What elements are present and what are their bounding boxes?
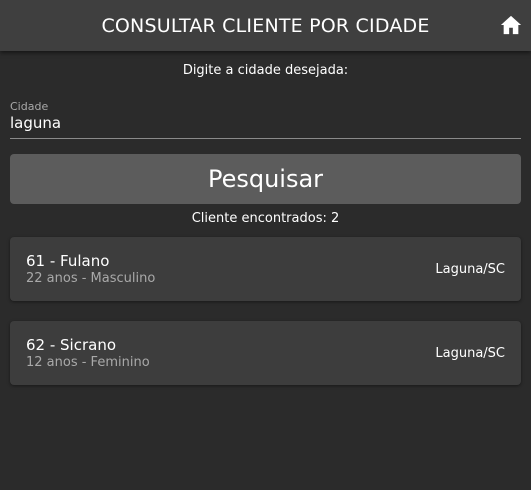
client-card[interactable]: 62 - Sicrano 12 anos - Feminino Laguna/S… bbox=[10, 321, 521, 385]
home-icon[interactable] bbox=[500, 14, 522, 36]
client-details: 12 anos - Feminino bbox=[26, 355, 150, 370]
client-city: Laguna/SC bbox=[435, 261, 505, 277]
results-count: Cliente encontrados: 2 bbox=[191, 211, 340, 226]
app-header: CONSULTAR CLIENTE POR CIDADE bbox=[0, 0, 531, 51]
client-info: 61 - Fulano 22 anos - Masculino bbox=[26, 252, 155, 286]
main-content: Digite a cidade desejada: Cidade Pesquis… bbox=[0, 63, 531, 385]
client-info: 62 - Sicrano 12 anos - Feminino bbox=[26, 336, 150, 370]
search-button[interactable]: Pesquisar bbox=[10, 154, 521, 204]
client-details: 22 anos - Masculino bbox=[26, 271, 156, 286]
client-card[interactable]: 61 - Fulano 22 anos - Masculino Laguna/S… bbox=[10, 237, 521, 301]
city-prompt: Digite a cidade desejada: bbox=[182, 63, 349, 78]
client-title: 62 - Sicrano bbox=[26, 336, 117, 354]
city-field[interactable]: Cidade bbox=[10, 100, 521, 139]
client-title: 61 - Fulano bbox=[26, 252, 110, 270]
city-input[interactable] bbox=[10, 114, 521, 132]
client-city: Laguna/SC bbox=[435, 345, 505, 361]
city-field-label: Cidade bbox=[10, 100, 49, 113]
page-title: CONSULTAR CLIENTE POR CIDADE bbox=[101, 14, 430, 37]
